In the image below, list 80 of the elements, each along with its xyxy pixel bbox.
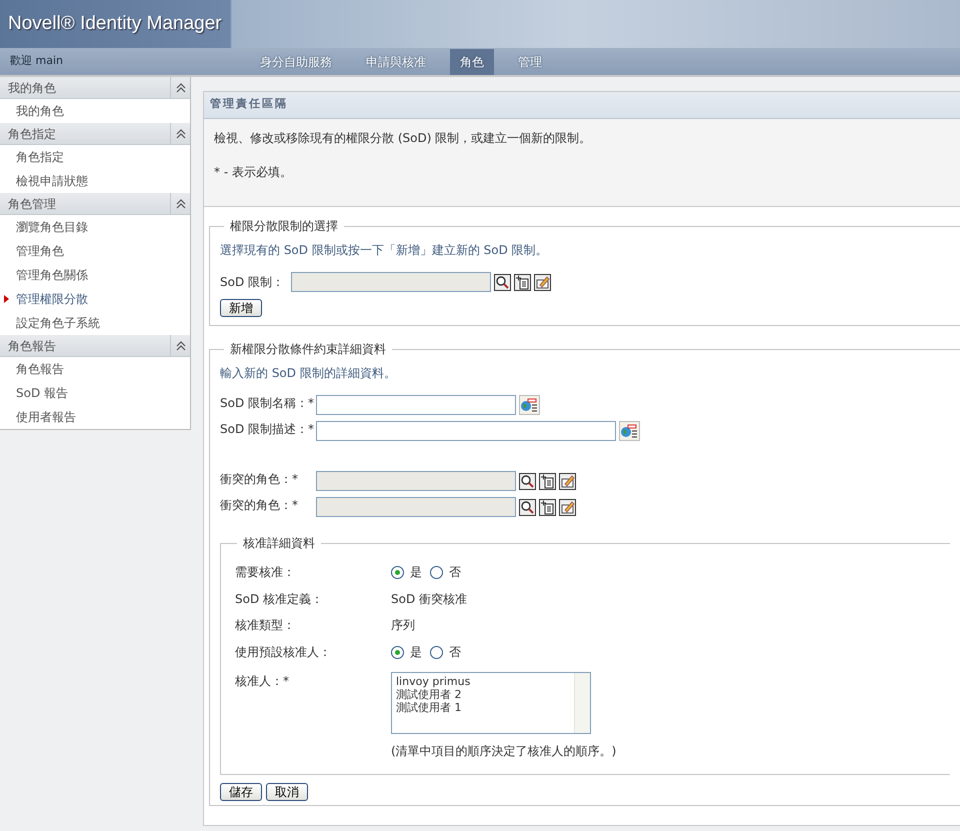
collapse-icon[interactable] — [174, 198, 186, 210]
list-item[interactable]: 測試使用者 2 — [396, 688, 570, 701]
field-label: 使用預設核准人： — [234, 644, 332, 661]
field-label: 核准人：* — [234, 673, 290, 690]
input-field[interactable] — [316, 421, 616, 441]
scrollbar[interactable] — [574, 673, 590, 733]
panel-title: 管理責任區隔 — [204, 92, 960, 119]
hint-text: 選擇現有的 SoD 限制或按一下「新增」建立新的 SoD 限制。 — [220, 242, 549, 259]
radio-button[interactable] — [391, 566, 404, 578]
group-header[interactable]: 我的角色 — [0, 77, 190, 99]
radio-label: 否 — [449, 644, 461, 661]
field-label: SoD 限制： — [220, 274, 286, 291]
sidebar-item[interactable]: 管理權限分散 — [0, 287, 190, 311]
pointer-icon — [4, 295, 9, 303]
field-label: SoD 限制描述：* — [220, 421, 316, 438]
list-item[interactable]: linvoy primus — [396, 675, 570, 688]
search-icon[interactable] — [494, 274, 511, 290]
note-text: (清單中項目的順序決定了核准人的順序。) — [391, 743, 616, 760]
field-label: 衝突的角色：* — [220, 471, 299, 488]
cancel-button[interactable]: 取消 — [266, 783, 308, 801]
field-label: SoD 限制名稱：* — [220, 395, 316, 412]
nav-tab[interactable]: 角色 — [450, 48, 494, 74]
radio-button[interactable] — [430, 566, 443, 578]
radio-label: 是 — [410, 644, 422, 661]
list-add-icon[interactable] — [514, 274, 531, 290]
radio-label: 否 — [449, 564, 461, 581]
input-field[interactable] — [291, 272, 491, 292]
sidebar-item[interactable]: 使用者報告 — [0, 405, 190, 429]
sidebar-item[interactable]: 檢視申請狀態 — [0, 169, 190, 193]
group-header[interactable]: 角色報告 — [0, 335, 190, 357]
radio-button[interactable] — [391, 646, 404, 658]
field-label: 衝突的角色：* — [220, 497, 299, 514]
sidebar-item[interactable]: 管理角色關係 — [0, 263, 190, 287]
collapse-icon[interactable] — [174, 128, 186, 140]
section-legend: 核准詳細資料 — [237, 534, 321, 552]
group-header[interactable]: 角色指定 — [0, 123, 190, 145]
hint-text: 輸入新的 SoD 限制的詳細資料。 — [220, 365, 397, 382]
edit-icon[interactable] — [534, 274, 551, 290]
field-value: 序列 — [391, 617, 415, 634]
input-field[interactable] — [316, 497, 516, 517]
sidebar-item[interactable]: 角色報告 — [0, 357, 190, 381]
field-value: SoD 衝突核准 — [391, 591, 468, 608]
sidebar-item[interactable]: 角色指定 — [0, 145, 190, 169]
group-title: 角色指定 — [8, 126, 56, 142]
field-label: 需要核准： — [234, 564, 296, 581]
collapse-icon[interactable] — [174, 82, 186, 94]
list-add-icon[interactable] — [539, 498, 556, 516]
sidebar-item[interactable]: 設定角色子系統 — [0, 311, 190, 335]
sidebar-item[interactable]: 管理角色 — [0, 239, 190, 263]
sidebar-item[interactable]: 瀏覽角色目錄 — [0, 215, 190, 239]
list-item[interactable]: 測試使用者 1 — [396, 701, 570, 714]
sidebar-item[interactable]: 我的角色 — [0, 99, 190, 123]
group-title: 角色管理 — [8, 196, 56, 212]
sidebar-item[interactable]: SoD 報告 — [0, 381, 190, 405]
edit-icon[interactable] — [559, 472, 576, 490]
required-note: * - 表示必填。 — [214, 164, 293, 181]
globe-list-icon[interactable] — [519, 395, 540, 415]
intro-text: 檢視、修改或移除現有的權限分散 (SoD) 限制，或建立一個新的限制。 — [214, 130, 592, 147]
add-button[interactable]: 新增 — [220, 299, 262, 317]
edit-icon[interactable] — [559, 498, 576, 516]
search-icon[interactable] — [519, 472, 536, 490]
group-header[interactable]: 角色管理 — [0, 193, 190, 215]
app-title: Novell® Identity Manager — [8, 12, 222, 36]
group-title: 我的角色 — [8, 80, 56, 96]
radio-label: 是 — [410, 564, 422, 581]
group-title: 角色報告 — [8, 338, 56, 354]
input-field[interactable] — [316, 471, 516, 491]
section-legend: 新權限分散條件約束詳細資料 — [224, 340, 392, 358]
radio-button[interactable] — [430, 646, 443, 658]
section-legend: 權限分散限制的選擇 — [224, 217, 344, 235]
input-field[interactable] — [316, 395, 516, 415]
welcome-text: 歡迎 main — [9, 53, 64, 70]
field-label: 核准類型： — [234, 617, 296, 634]
collapse-icon[interactable] — [174, 340, 186, 352]
save-button[interactable]: 儲存 — [220, 783, 262, 801]
list-add-icon[interactable] — [539, 472, 556, 490]
approver-list[interactable]: linvoy primus 測試使用者 2 測試使用者 1 — [391, 672, 591, 734]
search-icon[interactable] — [519, 498, 536, 516]
field-label: SoD 核准定義： — [234, 591, 324, 608]
globe-list-icon[interactable] — [619, 421, 640, 441]
